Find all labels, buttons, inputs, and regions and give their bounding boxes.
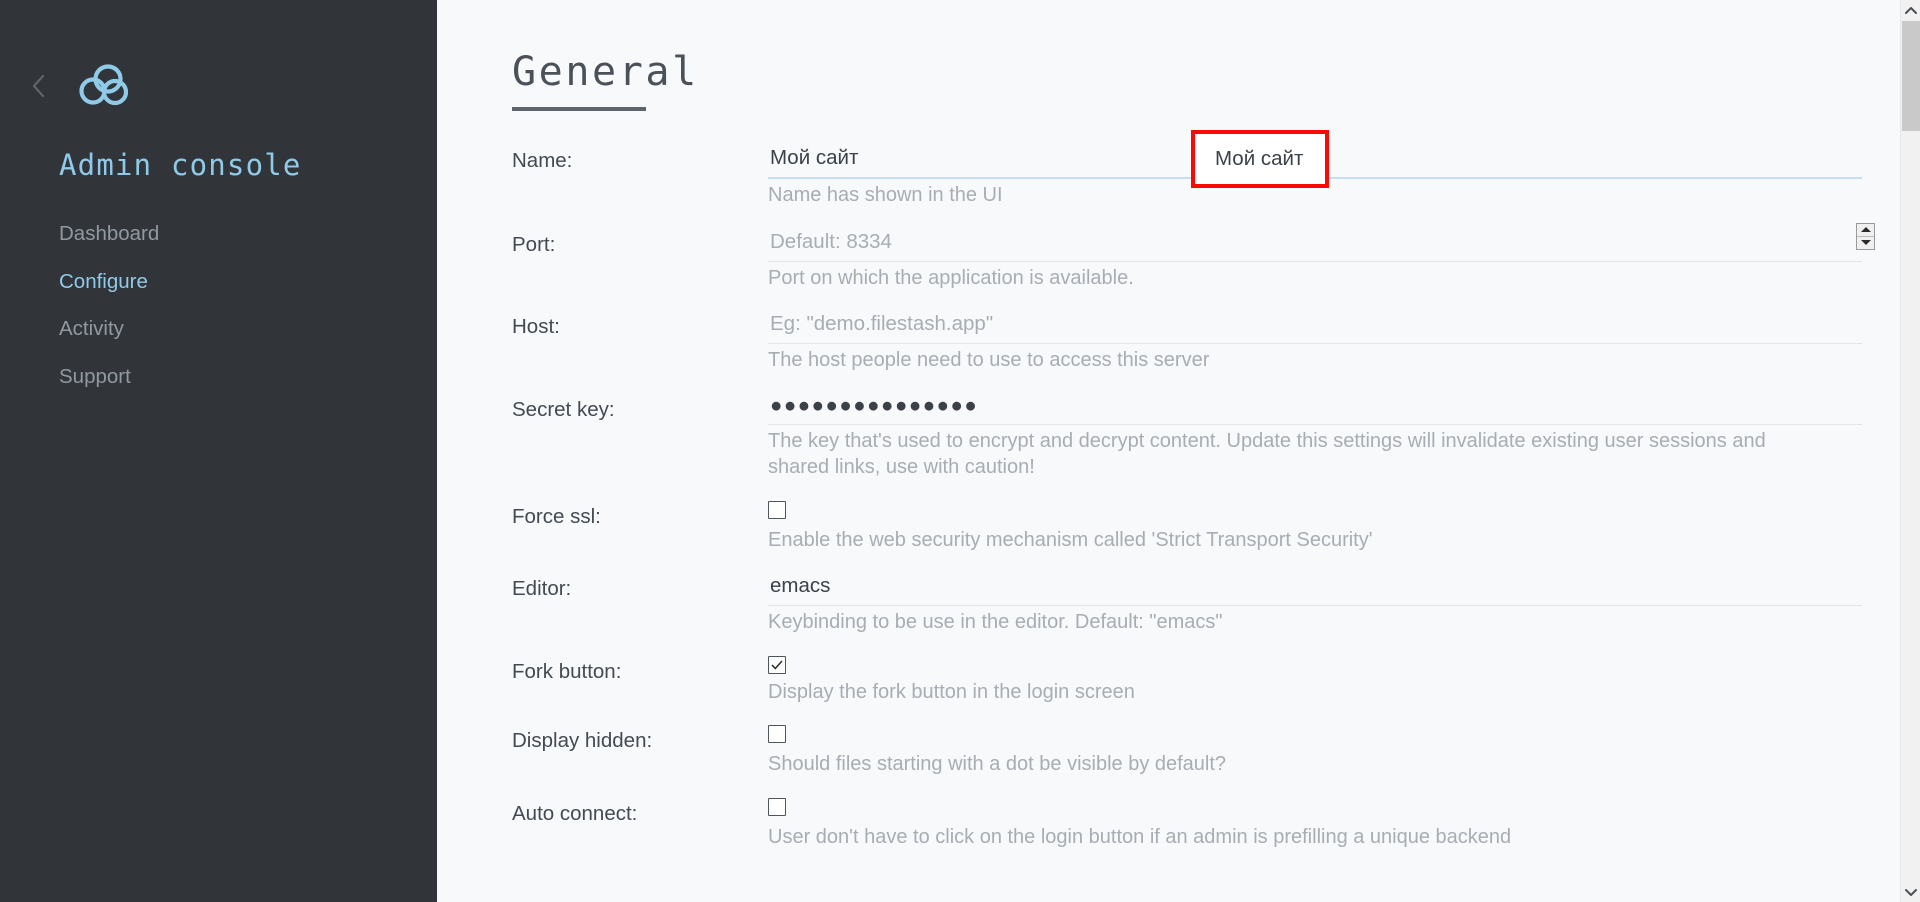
field-row-force-ssl: Force ssl: Enable the web security mecha…	[512, 499, 1862, 554]
sidebar-item-configure[interactable]: Configure	[59, 272, 148, 293]
app-title: Admin console	[0, 148, 437, 182]
field-label-host: Host:	[512, 309, 768, 340]
field-helper-host: The host people need to use to access th…	[768, 344, 1828, 374]
triangle-down-icon[interactable]	[1857, 237, 1874, 249]
port-input[interactable]	[768, 227, 1862, 262]
editor-input[interactable]	[768, 571, 1862, 606]
field-label-port: Port:	[512, 227, 768, 258]
sidebar-nav: Dashboard Configure Activity Support	[0, 224, 437, 387]
chevron-left-icon[interactable]	[26, 69, 52, 103]
field-label-editor: Editor:	[512, 571, 768, 602]
secret-key-input[interactable]: ●●●●●●●●●●●●●●●	[768, 392, 1862, 426]
app-root: Admin console Dashboard Configure Activi…	[0, 0, 1920, 902]
general-settings-form: Name: Name has shown in the UI Port:	[512, 143, 1862, 850]
field-row-secret-key: Secret key: ●●●●●●●●●●●●●●● The key that…	[512, 392, 1862, 481]
sidebar-item-activity[interactable]: Activity	[59, 319, 124, 340]
field-row-editor: Editor: Keybinding to be use in the edit…	[512, 571, 1862, 636]
scrollbar-thumb[interactable]	[1902, 21, 1920, 131]
sidebar-header	[0, 0, 437, 110]
title-underline	[512, 107, 646, 111]
field-row-auto-connect: Auto connect: User don't have to click o…	[512, 796, 1862, 851]
field-row-host: Host: The host people need to use to acc…	[512, 309, 1862, 374]
field-helper-force-ssl: Enable the web security mechanism called…	[768, 524, 1828, 554]
chevron-up-icon[interactable]	[1901, 0, 1920, 20]
field-label-force-ssl: Force ssl:	[512, 499, 768, 530]
field-row-port: Port: Port on which the application is a…	[512, 227, 1862, 292]
force-ssl-checkbox[interactable]	[768, 501, 786, 519]
field-label-name: Name:	[512, 143, 768, 174]
field-row-display-hidden: Display hidden: Should files starting wi…	[512, 723, 1862, 778]
triangle-up-icon[interactable]	[1857, 224, 1874, 237]
name-value-highlight: Мой сайт	[1191, 130, 1329, 188]
vertical-scrollbar[interactable]	[1900, 0, 1920, 902]
name-value-text: Мой сайт	[1215, 147, 1303, 171]
field-helper-editor: Keybinding to be use in the editor. Defa…	[768, 606, 1828, 636]
field-helper-display-hidden: Should files starting with a dot be visi…	[768, 748, 1828, 778]
sidebar: Admin console Dashboard Configure Activi…	[0, 0, 437, 902]
auto-connect-checkbox[interactable]	[768, 798, 786, 816]
display-hidden-checkbox[interactable]	[768, 725, 786, 743]
page-title: General	[512, 52, 699, 92]
fork-button-checkbox[interactable]	[768, 656, 786, 674]
port-number-stepper[interactable]	[1856, 223, 1875, 250]
field-label-fork-button: Fork button:	[512, 654, 768, 685]
field-helper-port: Port on which the application is availab…	[768, 262, 1828, 292]
field-helper-auto-connect: User don't have to click on the login bu…	[768, 821, 1828, 851]
field-label-display-hidden: Display hidden:	[512, 723, 768, 754]
field-label-secret-key: Secret key:	[512, 392, 768, 423]
field-row-fork-button: Fork button: Display the fork button in …	[512, 654, 1862, 706]
chevron-down-icon[interactable]	[1901, 882, 1920, 902]
cloud-logo-icon[interactable]	[75, 62, 133, 110]
field-row-name: Name: Name has shown in the UI	[512, 143, 1862, 209]
host-input[interactable]	[768, 309, 1862, 344]
field-helper-fork-button: Display the fork button in the login scr…	[768, 676, 1828, 706]
sidebar-item-support[interactable]: Support	[59, 367, 131, 388]
field-helper-secret-key: The key that's used to encrypt and decry…	[768, 425, 1828, 480]
field-label-auto-connect: Auto connect:	[512, 796, 768, 827]
main-content: General Name: Name has shown in the UI P…	[437, 0, 1920, 902]
sidebar-item-dashboard[interactable]: Dashboard	[59, 224, 159, 245]
